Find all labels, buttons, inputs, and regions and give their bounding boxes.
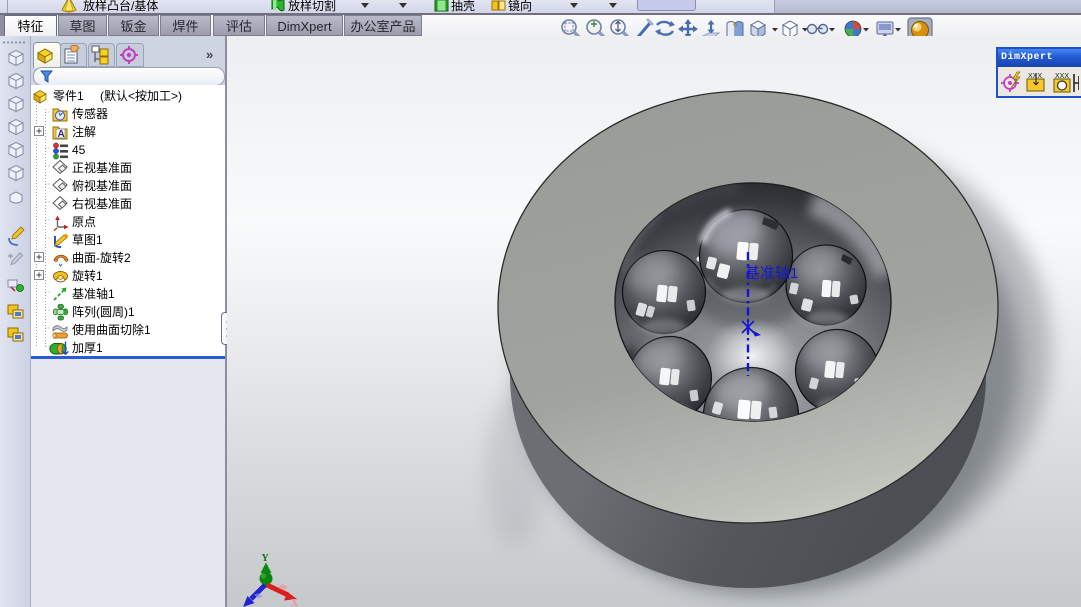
- svg-text:旋转1: 旋转1: [72, 268, 103, 283]
- svg-text:A: A: [58, 129, 65, 140]
- svg-text:(默认<按加工>): (默认<按加工>): [100, 88, 182, 103]
- svg-text:曲面-旋转2: 曲面-旋转2: [72, 250, 131, 265]
- svg-text:阵列(圆周)1: 阵列(圆周)1: [72, 305, 135, 319]
- svg-text:草图1: 草图1: [72, 233, 103, 247]
- svg-text:X: X: [291, 598, 299, 607]
- svg-text:右视基准面: 右视基准面: [72, 196, 132, 211]
- svg-text:加厚1: 加厚1: [72, 341, 103, 355]
- svg-text:零件1: 零件1: [53, 89, 84, 103]
- svg-text:基准轴1: 基准轴1: [745, 265, 798, 282]
- svg-text:传感器: 传感器: [72, 106, 108, 121]
- svg-text:原点: 原点: [72, 215, 96, 229]
- svg-text:Y: Y: [262, 553, 270, 564]
- svg-text:注解: 注解: [72, 124, 96, 139]
- svg-text:正视基准面: 正视基准面: [72, 160, 132, 175]
- svg-text:俯视基准面: 俯视基准面: [72, 178, 132, 193]
- svg-text:基准轴1: 基准轴1: [72, 286, 115, 301]
- svg-text:使用曲面切除1: 使用曲面切除1: [72, 322, 151, 337]
- svg-text:45: 45: [72, 143, 86, 157]
